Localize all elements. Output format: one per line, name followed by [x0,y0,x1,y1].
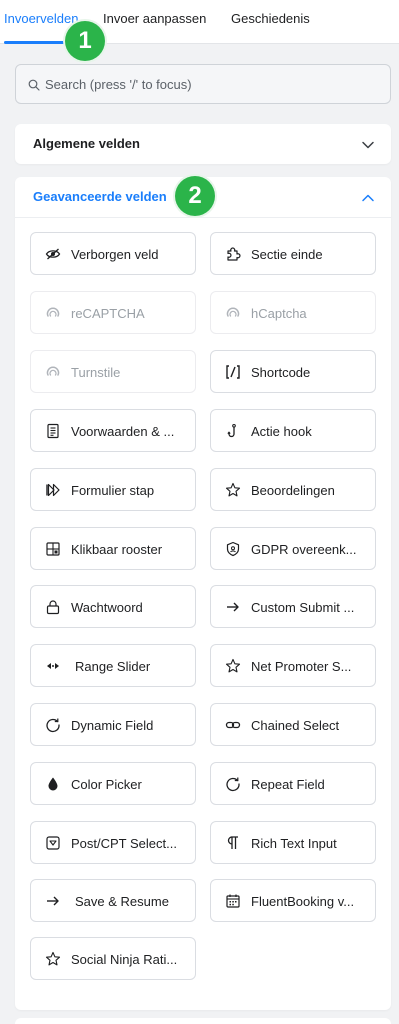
field-label: Rich Text Input [251,836,337,851]
field-color-picker[interactable]: Color Picker [30,762,196,805]
field-dynamic-field[interactable]: Dynamic Field [30,703,196,746]
field-label: FluentBooking v... [251,894,355,909]
field-hcaptcha[interactable]: hCaptcha [210,291,376,334]
field-chained-select[interactable]: Chained Select [210,703,376,746]
field-custom-submit[interactable]: Custom Submit ... [210,585,376,628]
field-range-slider[interactable]: Range Slider [30,644,196,687]
general-fields-panel: Algemene velden [15,124,391,164]
field-formulier-stap[interactable]: Formulier stap [30,468,196,511]
field-label: Net Promoter S... [251,659,352,674]
search-box [15,64,391,104]
field-label: Range Slider [75,659,151,674]
search-icon [28,79,40,91]
field-label: Shortcode [251,365,311,380]
general-fields-title: Algemene velden [33,136,140,151]
field-voorwaarden[interactable]: Voorwaarden & ... [30,409,196,452]
field-label: Voorwaarden & ... [71,424,175,439]
field-label: Save & Resume [75,894,169,909]
field-label: GDPR overeenk... [251,542,357,557]
field-label: Social Ninja Rati... [71,952,178,967]
calendar-icon [225,893,241,909]
post-select-icon [45,835,61,851]
droplet-icon [45,776,61,792]
field-net-promoter[interactable]: Net Promoter S... [210,644,376,687]
general-fields-header[interactable]: Algemene velden [15,124,391,164]
field-shortcode[interactable]: Shortcode [210,350,376,393]
step-badge-1: 1 [65,21,105,61]
field-label: Custom Submit ... [251,600,355,615]
search-input[interactable] [45,65,375,103]
hcaptcha-icon [225,305,241,321]
lock-icon [45,599,61,615]
field-repeat-field[interactable]: Repeat Field [210,762,376,805]
field-save-resume[interactable]: Save & Resume [30,879,196,922]
field-label: Sectie einde [251,247,323,262]
field-sectie-einde[interactable]: Sectie einde [210,232,376,275]
shield-icon [225,541,241,557]
field-rich-text-input[interactable]: Rich Text Input [210,821,376,864]
terms-document-icon [45,423,61,439]
advanced-fields-title: Geavanceerde velden [33,189,167,204]
link-icon [225,717,241,733]
tab-invoer-aanpassen[interactable]: Invoer aanpassen [103,11,206,27]
panel-divider [15,217,391,218]
chevron-down-icon [362,141,374,149]
refresh-icon [225,776,241,792]
field-label: Verborgen veld [71,247,159,262]
field-label: Repeat Field [251,777,325,792]
field-wachtwoord[interactable]: Wachtwoord [30,585,196,628]
field-label: hCaptcha [251,306,307,321]
recaptcha-icon [45,305,61,321]
tab-bar: Invoervelden Invoer aanpassen Geschieden… [0,0,399,44]
field-label: Post/CPT Select... [71,836,177,851]
field-label: Chained Select [251,718,340,733]
hook-icon [225,423,241,439]
step-forward-icon [45,482,61,498]
field-post-cpt-select[interactable]: Post/CPT Select... [30,821,196,864]
field-verborgen-veld[interactable]: Verborgen veld [30,232,196,275]
field-label: Dynamic Field [71,718,154,733]
arrow-right-icon [45,893,61,909]
star-icon [45,951,61,967]
field-label: Formulier stap [71,483,155,498]
chevron-up-icon [362,194,374,202]
field-label: Color Picker [71,777,142,792]
field-label: reCAPTCHA [71,306,145,321]
field-fluentbooking[interactable]: FluentBooking v... [210,879,376,922]
field-beoordelingen[interactable]: Beoordelingen [210,468,376,511]
arrow-right-icon [225,599,241,615]
grid-icon [45,541,61,557]
field-recaptcha[interactable]: reCAPTCHA [30,291,196,334]
eye-slash-icon [45,246,61,262]
tab-geschiedenis[interactable]: Geschiedenis [231,11,310,27]
turnstile-icon [45,364,61,380]
field-actie-hook[interactable]: Actie hook [210,409,376,452]
field-label: Actie hook [251,424,312,439]
refresh-icon [45,717,61,733]
field-label: Beoordelingen [251,483,335,498]
shortcode-icon [225,364,241,380]
field-label: Wachtwoord [71,600,143,615]
tab-invoervelden[interactable]: Invoervelden [4,11,78,27]
range-slider-icon [45,658,61,674]
field-klikbaar-rooster[interactable]: Klikbaar rooster [30,527,196,570]
puzzle-icon [225,246,241,262]
next-panel-edge [15,1018,391,1024]
field-label: Turnstile [71,365,121,380]
star-icon [225,482,241,498]
field-social-ninja-ratings[interactable]: Social Ninja Rati... [30,937,196,980]
paragraph-icon [225,835,241,851]
step-badge-2: 2 [175,176,215,216]
field-label: Klikbaar rooster [71,542,163,557]
field-gdpr[interactable]: GDPR overeenk... [210,527,376,570]
field-turnstile[interactable]: Turnstile [30,350,196,393]
star-icon [225,658,241,674]
